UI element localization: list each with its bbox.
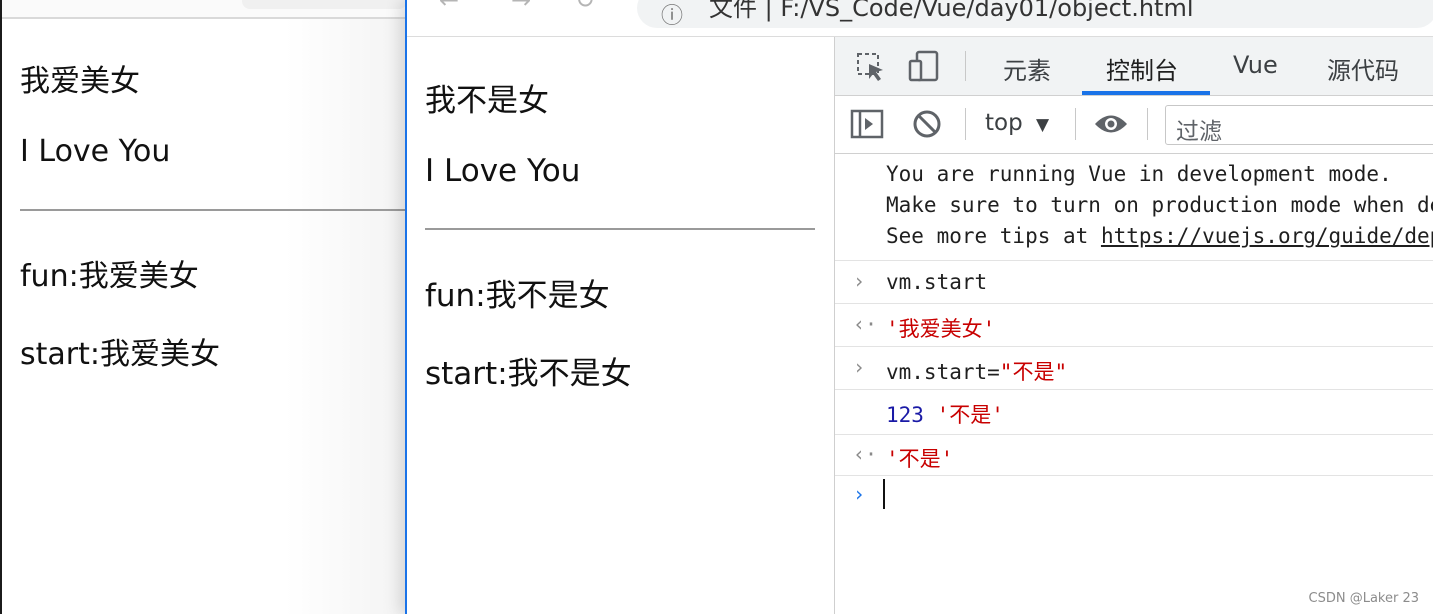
console-string: '不是' [936, 403, 1004, 427]
filter-placeholder: 过滤 [1176, 119, 1222, 145]
dropdown-arrow-icon: ▼ [1036, 115, 1050, 135]
console-number: 123 [886, 403, 924, 427]
clear-console-icon[interactable] [911, 108, 943, 144]
console-code: vm.start= [886, 360, 1000, 384]
device-toolbar-icon[interactable] [907, 49, 941, 87]
console-input-text: vm.start="不是" [886, 356, 1067, 386]
console-message-vue-dev: You are running Vue in development mode.… [835, 154, 1433, 261]
watermark: CSDN @Laker 23 [1308, 591, 1420, 606]
console-input-cursor[interactable] [883, 479, 885, 509]
active-tab-indicator [1082, 91, 1210, 95]
context-value: top [985, 110, 1023, 136]
forward-arrow-icon[interactable]: → [511, 0, 531, 14]
tab-separator [965, 51, 966, 81]
tab-vue[interactable]: Vue [1233, 51, 1278, 79]
back-arrow-icon[interactable]: ← [439, 0, 459, 14]
live-expression-eye-icon[interactable] [1093, 111, 1129, 141]
vue-warning-line: See more tips at https://vuejs.org/guide… [886, 224, 1433, 248]
tab-sources[interactable]: 源代码 [1327, 51, 1399, 86]
front-browser-window: ← → ↻ ⓘ 文件 | F:/VS_Code/Vue/day01/object… [405, 0, 1433, 614]
reload-icon[interactable]: ↻ [575, 0, 595, 14]
console-prompt-icon: › [853, 482, 866, 506]
context-selector[interactable]: top ▼ [985, 110, 1049, 136]
info-icon[interactable]: ⓘ [661, 0, 683, 30]
tab-elements[interactable]: 元素 [1003, 51, 1051, 86]
console-input-text: vm.start [886, 270, 988, 294]
back-line-text: 我爱美女 [20, 64, 140, 99]
console-toolbar: top ▼ 过滤 [835, 96, 1433, 154]
front-line-text: 我不是女 [425, 83, 549, 119]
filter-input[interactable]: 过滤 [1165, 105, 1433, 145]
devtools-panel: 元素 控制台 Vue 源代码 top ▼ 过滤 You are running … [834, 37, 1433, 614]
console-string: "不是" [999, 360, 1068, 384]
console-result-text: '我爱美女' [886, 317, 996, 341]
console-input-row: › vm.start [835, 261, 1433, 304]
back-window-tab[interactable] [242, 0, 407, 9]
sidebar-toggle-icon[interactable] [850, 109, 884, 143]
vue-warning-line: Make sure to turn on production mode whe… [886, 193, 1433, 217]
return-arrow-icon: ‹· [853, 312, 878, 336]
console-result-text: '不是' [886, 447, 954, 471]
front-line-fun: fun:我不是女 [425, 278, 610, 314]
front-line-start: start:我不是女 [425, 356, 632, 392]
address-url: 文件 | F:/VS_Code/Vue/day01/object.html [709, 0, 1194, 22]
console-input-row: › vm.start="不是" [835, 347, 1433, 390]
chevron-right-icon: › [853, 269, 866, 293]
toolbar-separator [965, 108, 966, 140]
back-line-love: I Love You [20, 134, 171, 169]
front-hr-divider [425, 228, 815, 230]
toolbar-separator [1147, 108, 1148, 140]
console-result-row: ‹· '我爱美女' [835, 304, 1433, 347]
devtools-tab-bar: 元素 控制台 Vue 源代码 [835, 37, 1433, 96]
vue-warning-line: You are running Vue in development mode. [886, 162, 1392, 186]
chevron-right-icon: › [853, 355, 866, 379]
address-bar[interactable]: ⓘ 文件 | F:/VS_Code/Vue/day01/object.html [637, 0, 1433, 30]
console-output: You are running Vue in development mode.… [835, 154, 1433, 614]
background-browser-window: 我爱美女 I Love You fun:我爱美女 start:我爱美女 [0, 0, 407, 614]
back-window-toolbar-border [2, 17, 407, 19]
tab-console[interactable]: 控制台 [1106, 51, 1178, 86]
vue-guide-link[interactable]: https://vuejs.org/guide/deployment.html [1101, 224, 1433, 248]
console-log-text: 123 '不是' [886, 399, 1004, 429]
console-result-row: ‹· '不是' [835, 435, 1433, 476]
back-line-start: start:我爱美女 [20, 337, 220, 372]
browser-toolbar: ← → ↻ ⓘ 文件 | F:/VS_Code/Vue/day01/object… [407, 0, 1433, 37]
toolbar-separator [1075, 108, 1076, 140]
return-arrow-icon: ‹· [853, 442, 878, 466]
page-content: 我不是女 I Love You fun:我不是女 start:我不是女 [407, 37, 833, 614]
back-line-fun: fun:我爱美女 [20, 259, 199, 294]
console-log-row: 123 '不是' [835, 390, 1433, 435]
back-hr-divider [20, 209, 407, 211]
vue-warning-prefix: See more tips at [886, 224, 1101, 248]
front-line-love: I Love You [425, 153, 581, 189]
inspect-element-icon[interactable] [855, 51, 887, 87]
